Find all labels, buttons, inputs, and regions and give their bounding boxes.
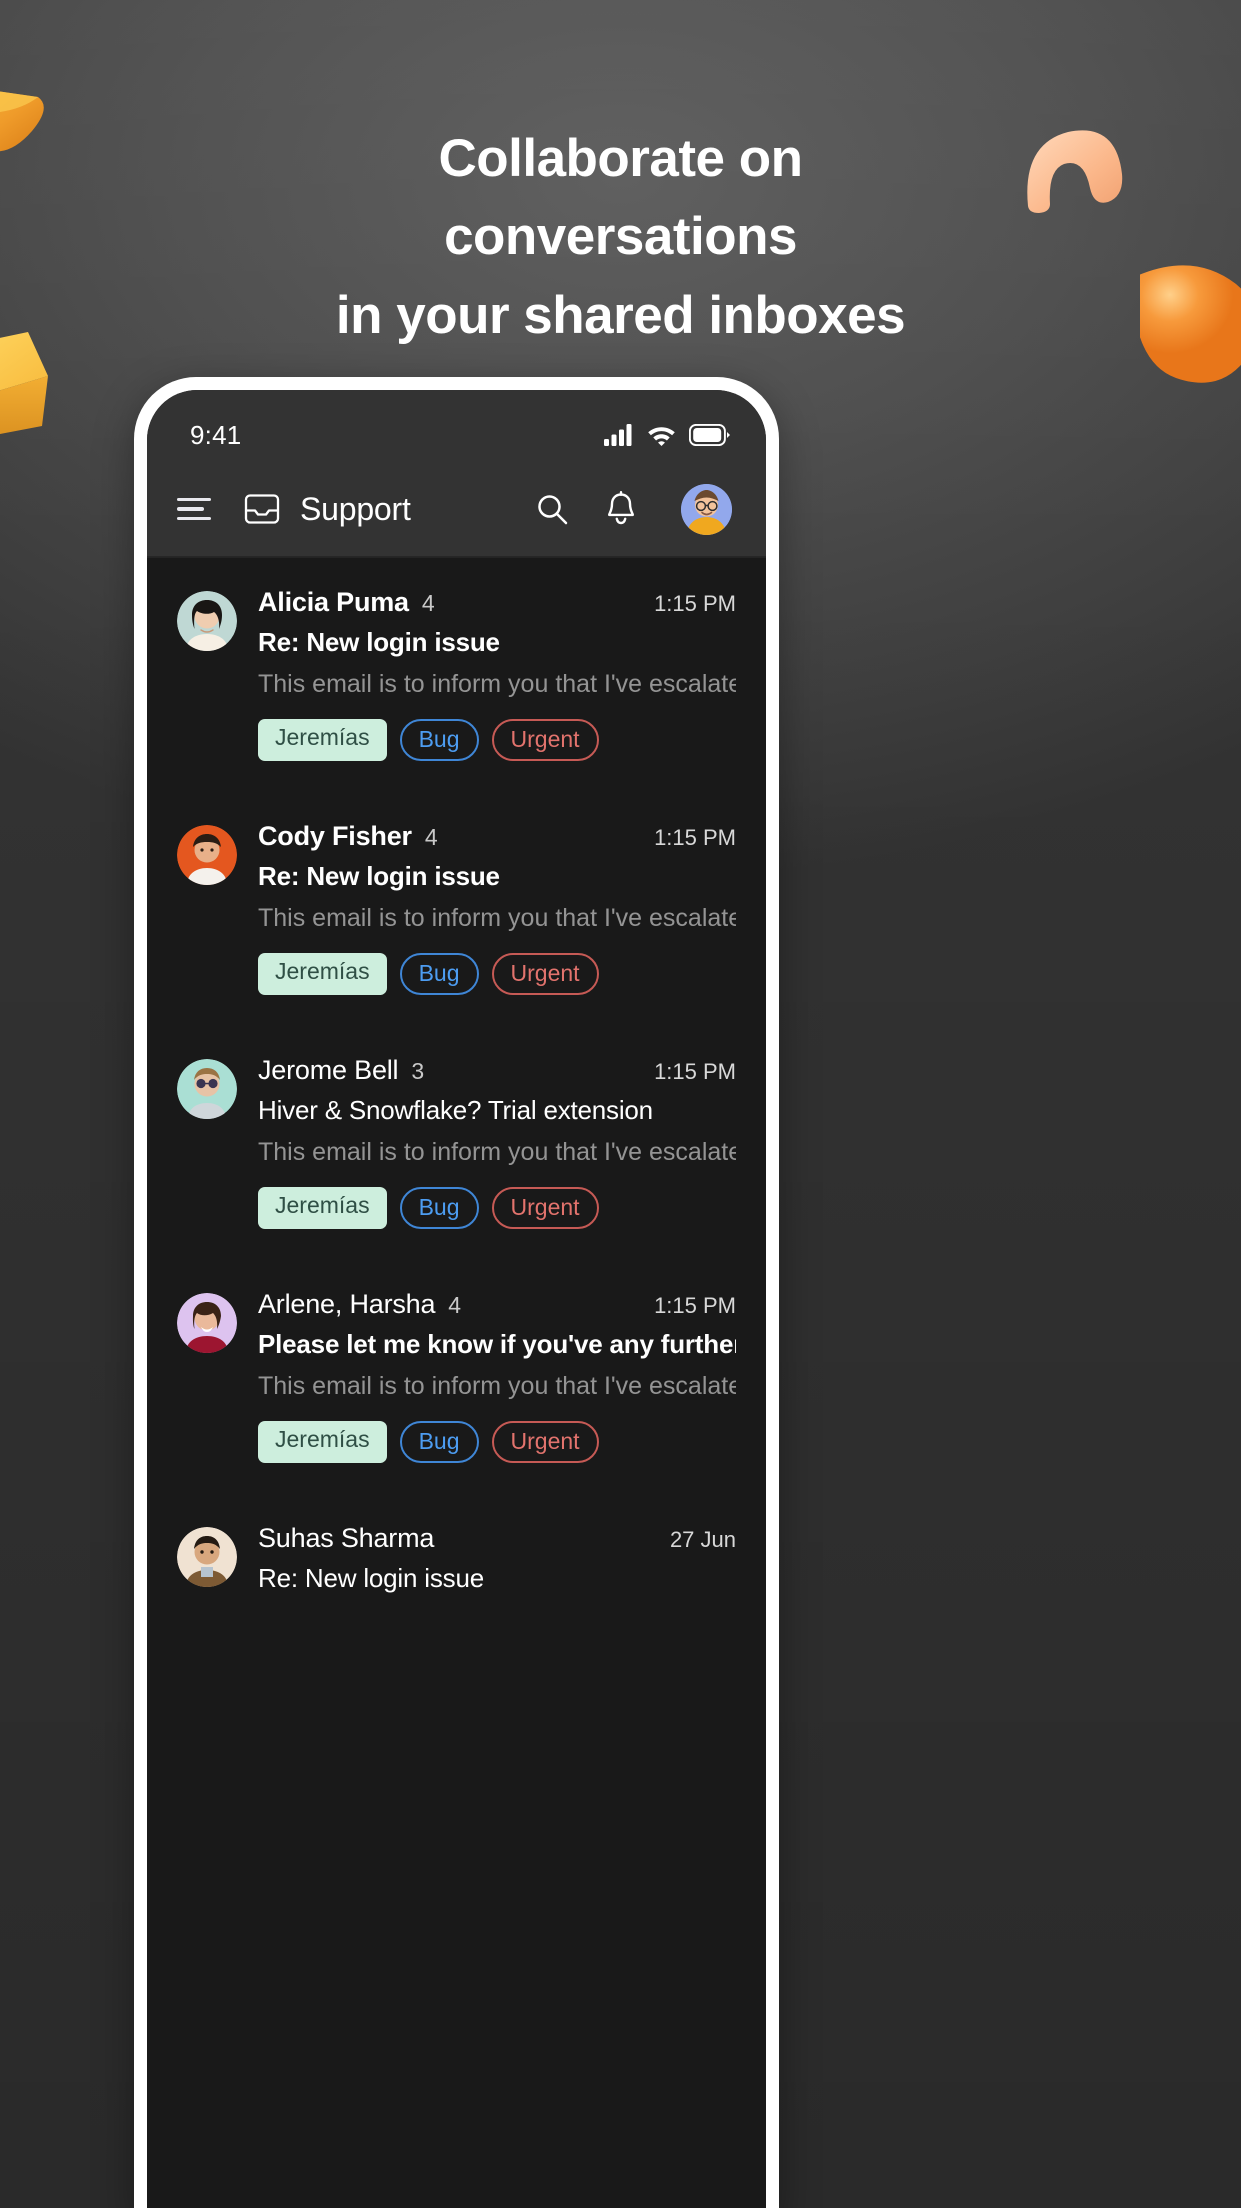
mail-header-line: Jerome Bell 3 1:15 PM [258,1055,736,1086]
tag-assignee[interactable]: Jeremías [258,1421,387,1463]
battery-icon [689,424,730,446]
search-icon[interactable] [535,492,569,526]
promo-headline: Collaborate on conversations in your sha… [0,120,1241,355]
tag-list: Jeremías Bug Urgent [258,1187,736,1229]
headline-line-2: conversations [444,207,797,267]
app-header: Support [147,462,766,557]
thread-count: 4 [448,1292,462,1318]
mail-content: Cody Fisher 4 1:15 PM Re: New login issu… [258,821,736,1025]
preview-text: This email is to inform you that I've es… [258,1372,736,1400]
sender-avatar [177,825,237,885]
mail-list: Alicia Puma 4 1:15 PM Re: New login issu… [147,557,766,1624]
mail-list-item[interactable]: Jerome Bell 3 1:15 PM Hiver & Snowflake?… [147,1025,766,1259]
inbox-icon[interactable] [243,492,281,526]
mail-list-item[interactable]: Suhas Sharma 27 Jun Re: New login issue [147,1493,766,1624]
phone-mockup: 9:41 Support Alicia Puma 4 1:15 PM Re: N… [134,377,779,2208]
notification-bell-icon[interactable] [605,491,637,527]
tag-urgent[interactable]: Urgent [491,719,599,761]
mail-list-item[interactable]: Alicia Puma 4 1:15 PM Re: New login issu… [147,557,766,791]
thread-count: 3 [411,1058,425,1084]
preview-text: This email is to inform you that I've es… [258,904,736,932]
mail-content: Jerome Bell 3 1:15 PM Hiver & Snowflake?… [258,1055,736,1259]
timestamp: 1:15 PM [654,825,736,850]
preview-text: This email is to inform you that I've es… [258,1138,736,1166]
tag-list: Jeremías Bug Urgent [258,953,736,995]
tag-assignee[interactable]: Jeremías [258,953,387,995]
sender-avatar [177,591,237,651]
sender-name: Cody Fisher [258,821,412,851]
tag-urgent[interactable]: Urgent [491,1187,599,1229]
sender-name: Suhas Sharma [258,1523,435,1553]
sender-avatar [177,1059,237,1119]
sender-avatar [177,1527,237,1587]
mail-content: Alicia Puma 4 1:15 PM Re: New login issu… [258,587,736,791]
subject: Hiver & Snowflake? Trial extension [258,1095,653,1125]
wifi-icon [648,427,675,446]
status-bar-time: 9:41 [190,419,242,450]
mail-header-line: Arlene, Harsha 4 1:15 PM [258,1289,736,1320]
mail-header-line: Alicia Puma 4 1:15 PM [258,587,736,618]
tag-assignee[interactable]: Jeremías [258,1187,387,1229]
timestamp: 27 Jun [669,1527,736,1552]
tag-list: Jeremías Bug Urgent [258,1421,736,1463]
tag-list: Jeremías Bug Urgent [258,719,736,761]
mail-content: Arlene, Harsha 4 1:15 PM Please let me k… [258,1289,736,1493]
sender-name: Alicia Puma [258,587,409,617]
tag-urgent[interactable]: Urgent [491,953,599,995]
phone-screen: 9:41 Support Alicia Puma 4 1:15 PM Re: N… [147,390,766,2208]
thread-count: 4 [424,824,438,850]
cellular-signal-icon [604,424,632,446]
headline-line-3: in your shared inboxes [335,285,906,345]
headline-line-1: Collaborate on [438,129,803,188]
avatar[interactable] [681,483,732,535]
status-bar-icons [604,424,730,446]
sender-name: Arlene, Harsha [258,1289,436,1319]
subject: Re: New login issue [258,1563,484,1593]
tag-bug[interactable]: Bug [399,1421,479,1463]
subject: Re: New login issue [258,627,500,657]
mail-list-item[interactable]: Cody Fisher 4 1:15 PM Re: New login issu… [147,791,766,1025]
subject: Please let me know if you've any further… [258,1329,736,1359]
tag-bug[interactable]: Bug [399,953,479,995]
sender-name: Jerome Bell [258,1055,399,1085]
timestamp: 1:15 PM [654,1293,736,1318]
page-title: Support [300,490,411,527]
tag-bug[interactable]: Bug [399,1187,479,1229]
tag-assignee[interactable]: Jeremías [258,719,387,761]
mail-list-item[interactable]: Arlene, Harsha 4 1:15 PM Please let me k… [147,1259,766,1493]
sender-avatar [177,1293,237,1353]
hamburger-menu-icon[interactable] [177,498,211,520]
mail-header-line: Suhas Sharma 27 Jun [258,1523,736,1554]
mail-content: Suhas Sharma 27 Jun Re: New login issue [258,1523,736,1624]
preview-text: This email is to inform you that I've es… [258,670,736,698]
status-bar: 9:41 [147,390,766,462]
timestamp: 1:15 PM [654,1059,736,1084]
subject: Re: New login issue [258,861,500,891]
mail-header-line: Cody Fisher 4 1:15 PM [258,821,736,852]
thread-count: 4 [421,590,435,616]
tag-urgent[interactable]: Urgent [491,1421,599,1463]
timestamp: 1:15 PM [654,591,736,616]
tag-bug[interactable]: Bug [399,719,479,761]
